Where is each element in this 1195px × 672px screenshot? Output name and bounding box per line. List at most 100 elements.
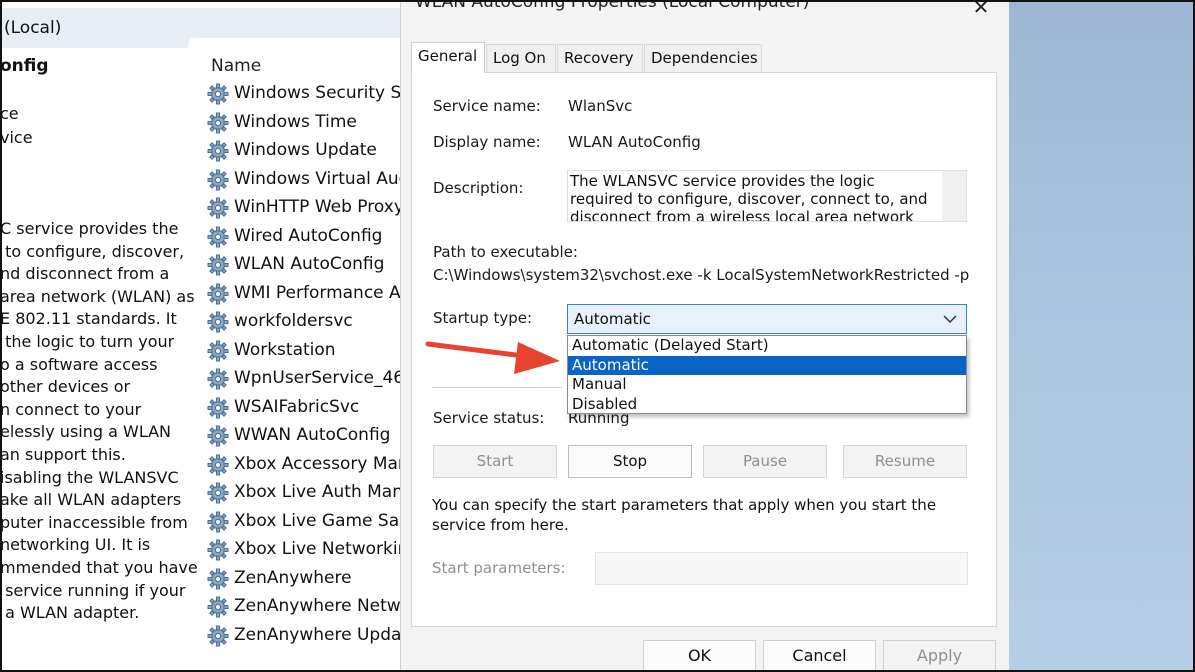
service-name-value: WlanSvc xyxy=(568,97,633,115)
tab-log-on[interactable]: Log On xyxy=(486,44,556,72)
service-row[interactable]: Workstation xyxy=(207,338,420,366)
path-value: C:\Windows\system32\svchost.exe -k Local… xyxy=(433,266,970,284)
cancel-button[interactable]: Cancel xyxy=(763,640,876,672)
description-line: elessly using a WLAN xyxy=(0,422,172,442)
description-line: n connect to your xyxy=(0,399,142,419)
resume-button[interactable]: Resume xyxy=(843,445,967,478)
column-header-name[interactable]: Name xyxy=(211,56,261,76)
service-row[interactable]: WinHTTP Web Proxy Auto xyxy=(207,195,420,223)
service-name: ZenAnywhere Update xyxy=(234,624,419,645)
service-row[interactable]: ZenAnywhere xyxy=(207,566,420,594)
tab-dependencies[interactable]: Dependencies xyxy=(644,44,762,72)
gear-icon xyxy=(207,539,229,561)
startup-type-label: Startup type: xyxy=(433,309,533,327)
service-name: Xbox Live Game Save xyxy=(234,510,420,531)
gear-icon xyxy=(207,140,229,162)
service-row[interactable]: ZenAnywhere Network xyxy=(207,594,420,622)
start-parameters-note: You can specify the start parameters tha… xyxy=(432,496,937,534)
start-parameters-label: Start parameters: xyxy=(432,559,566,577)
startup-option[interactable]: Automatic xyxy=(568,355,966,375)
description-scrollbar[interactable] xyxy=(942,171,966,221)
description-line: other devices or xyxy=(0,377,131,397)
startup-option[interactable]: Automatic (Delayed Start) xyxy=(568,336,966,356)
ok-button[interactable]: OK xyxy=(643,640,756,672)
service-row[interactable]: Xbox Accessory Management xyxy=(207,452,420,480)
stop-service-link[interactable]: ce xyxy=(0,104,19,123)
service-name: ZenAnywhere xyxy=(234,567,352,588)
description-line: networking UI. It is xyxy=(0,535,151,555)
service-name: Workstation xyxy=(234,339,336,360)
path-label: Path to executable: xyxy=(433,243,578,261)
display-name-label: Display name: xyxy=(433,133,541,151)
startup-option[interactable]: Manual xyxy=(568,375,966,395)
stop-button[interactable]: Stop xyxy=(568,445,692,478)
startup-type-select[interactable]: Automatic xyxy=(567,304,967,334)
display-name-value[interactable]: WLAN AutoConfig xyxy=(568,133,701,151)
description-line: the logic to turn your xyxy=(0,331,175,351)
service-name: WSAIFabricSvc xyxy=(234,396,360,417)
start-parameters-input[interactable] xyxy=(595,552,968,585)
service-row[interactable]: WSAIFabricSvc xyxy=(207,395,420,423)
tab-general[interactable]: General xyxy=(411,42,485,73)
gear-icon xyxy=(207,340,229,362)
services-list: ^ Name Windows Security Service Windows T… xyxy=(190,48,420,672)
service-description-text: C service provides the to configure, dis… xyxy=(0,218,200,625)
tab-recovery[interactable]: Recovery xyxy=(557,44,643,72)
gear-icon xyxy=(207,254,229,276)
pause-button[interactable]: Pause xyxy=(703,445,827,478)
description-line: an support this. xyxy=(0,444,126,464)
gear-icon xyxy=(207,482,229,504)
close-button[interactable]: ✕ xyxy=(963,0,999,22)
service-row[interactable]: Xbox Live Auth Manager xyxy=(207,480,420,508)
service-row[interactable]: Wired AutoConfig xyxy=(207,224,420,252)
start-button[interactable]: Start xyxy=(433,445,557,478)
service-row[interactable]: WWAN AutoConfig xyxy=(207,423,420,451)
description-line: mmended that you have xyxy=(0,557,198,577)
service-name: WpnUserService_46e8 xyxy=(234,368,420,388)
service-name: WMI Performance Adapter xyxy=(234,282,420,303)
description-line: E 802.11 standards. It xyxy=(0,309,177,329)
gear-icon xyxy=(207,226,229,248)
gear-icon xyxy=(207,568,229,590)
service-row[interactable]: Windows Virtual Audio xyxy=(207,167,420,195)
service-name: workfoldersvc xyxy=(234,311,353,331)
chevron-down-icon xyxy=(943,315,957,324)
service-row[interactable]: WMI Performance Adapter xyxy=(207,281,420,309)
service-row[interactable]: WLAN AutoConfig xyxy=(207,252,420,280)
services-header-title: (Local) xyxy=(4,18,62,38)
service-name: Windows Update xyxy=(234,140,377,160)
selected-service-title: onfig xyxy=(0,56,49,76)
service-row[interactable]: workfoldersvc xyxy=(207,309,420,337)
services-window: (Local) onfig ce vice C service provides… xyxy=(0,0,428,672)
apply-button[interactable]: Apply xyxy=(883,640,996,672)
gear-icon xyxy=(207,112,229,134)
service-name: Wired AutoConfig xyxy=(234,225,383,246)
restart-service-link[interactable]: vice xyxy=(0,128,33,147)
description-line: a WLAN adapter. xyxy=(0,603,140,623)
service-row[interactable]: Windows Update xyxy=(207,138,420,166)
gear-icon xyxy=(207,83,229,105)
service-description-pane: onfig ce vice C service provides the to … xyxy=(0,48,198,672)
sort-ascending-icon: ^ xyxy=(334,48,346,58)
description-line: nd disconnect from a xyxy=(0,264,170,284)
description-box[interactable]: The WLANSVC service provides the logic r… xyxy=(567,170,967,222)
service-row[interactable]: ZenAnywhere Update xyxy=(207,623,420,651)
description-line: ake all WLAN adapters xyxy=(0,490,182,510)
description-line: to configure, discover, xyxy=(0,241,185,261)
gear-icon xyxy=(207,397,229,419)
service-name: Windows Security Service xyxy=(234,83,420,103)
gear-icon xyxy=(207,425,229,447)
gear-icon xyxy=(207,197,229,219)
service-row[interactable]: Windows Security Service xyxy=(207,81,420,109)
startup-type-value: Automatic xyxy=(574,310,651,328)
description-line: o a software access xyxy=(0,354,158,374)
service-row[interactable]: WpnUserService_46e8 xyxy=(207,366,420,394)
service-row[interactable]: Windows Time xyxy=(207,110,420,138)
service-row[interactable]: Xbox Live Game Save xyxy=(207,509,420,537)
dialog-title: WLAN AutoConfig Properties (Local Comput… xyxy=(415,0,810,12)
startup-option[interactable]: Disabled xyxy=(568,395,966,415)
gear-icon xyxy=(207,283,229,305)
divider xyxy=(432,387,562,388)
gear-icon xyxy=(207,511,229,533)
service-row[interactable]: Xbox Live Networking xyxy=(207,537,420,565)
